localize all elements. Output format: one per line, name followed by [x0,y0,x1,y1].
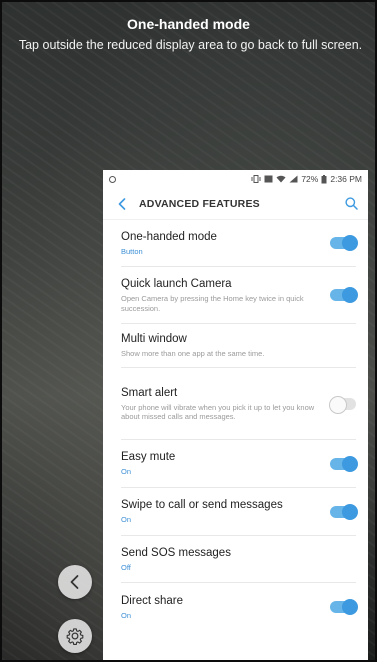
setting-description: Show more than one app at the same time. [121,349,265,359]
settings-list: One-handed mode Button Quick launch Came… [103,220,368,631]
settings-button[interactable] [58,619,92,653]
wifi-icon [276,175,286,183]
setting-name: Multi window [121,333,187,346]
one-handed-mode-title: One-handed mode [127,16,250,32]
setting-name: Direct share [121,594,183,607]
one-handed-mode-background[interactable]: One-handed mode Tap outside the reduced … [0,0,377,662]
setting-easy-mute[interactable]: Easy mute On [121,440,358,488]
setting-name: Smart alert [121,386,178,399]
setting-direct-share[interactable]: Direct share On [121,583,358,631]
setting-name: Send SOS messages [121,546,231,559]
setting-name: One-handed mode [121,230,217,243]
nfc-icon [264,175,273,183]
page-title: ADVANCED FEATURES [139,197,260,210]
setting-description: Your phone will vibrate when you pick it… [121,402,315,422]
quick-launch-camera-toggle[interactable] [330,287,358,303]
header-back-button[interactable] [117,197,127,210]
back-arrow-button[interactable] [58,565,92,599]
setting-send-sos-messages[interactable]: Send SOS messages Off [121,536,356,583]
search-icon [345,197,358,210]
smart-alert-toggle[interactable] [329,395,356,414]
setting-name: Quick launch Camera [121,278,232,290]
setting-status: Button [121,246,143,256]
setting-quick-launch-camera[interactable]: Quick launch Camera Open Camera by press… [121,267,358,324]
one-handed-mode-toggle[interactable] [330,235,358,251]
chevron-left-icon [70,575,79,589]
chevron-left-icon [118,197,126,210]
setting-status: On [121,610,132,620]
status-time: 2:36 PM [330,174,362,184]
vibrate-icon [251,175,261,183]
setting-swipe-to-call[interactable]: Swipe to call or send messages On [121,488,358,536]
setting-description: Open Camera by pressing the Home key twi… [121,294,304,313]
setting-status: On [121,515,132,525]
signal-icon [289,175,298,183]
battery-percentage: 72% [301,174,319,184]
setting-name: Swipe to call or send messages [121,499,283,512]
setting-status: On [121,467,132,477]
status-bar: 72% 2:36 PM [103,170,368,188]
app-header: ADVANCED FEATURES [103,188,368,220]
setting-multi-window[interactable]: Multi window Show more than one app at t… [121,324,356,368]
one-handed-mode-instruction: Tap outside the reduced display area to … [18,38,363,52]
easy-mute-toggle[interactable] [330,455,358,472]
search-button[interactable] [345,197,358,210]
battery-icon [321,174,327,183]
setting-name: Easy mute [121,451,176,464]
reduced-display-area: 72% 2:36 PM ADVANCED FEATURES One-handed… [103,170,368,660]
swipe-to-call-toggle[interactable] [330,503,358,520]
gear-icon [66,628,84,645]
direct-share-toggle[interactable] [330,599,358,615]
setting-smart-alert[interactable]: Smart alert Your phone will vibrate when… [121,368,356,440]
setting-one-handed-mode[interactable]: One-handed mode Button [121,220,358,267]
setting-status: Off [121,562,131,572]
notification-icon [109,175,116,183]
